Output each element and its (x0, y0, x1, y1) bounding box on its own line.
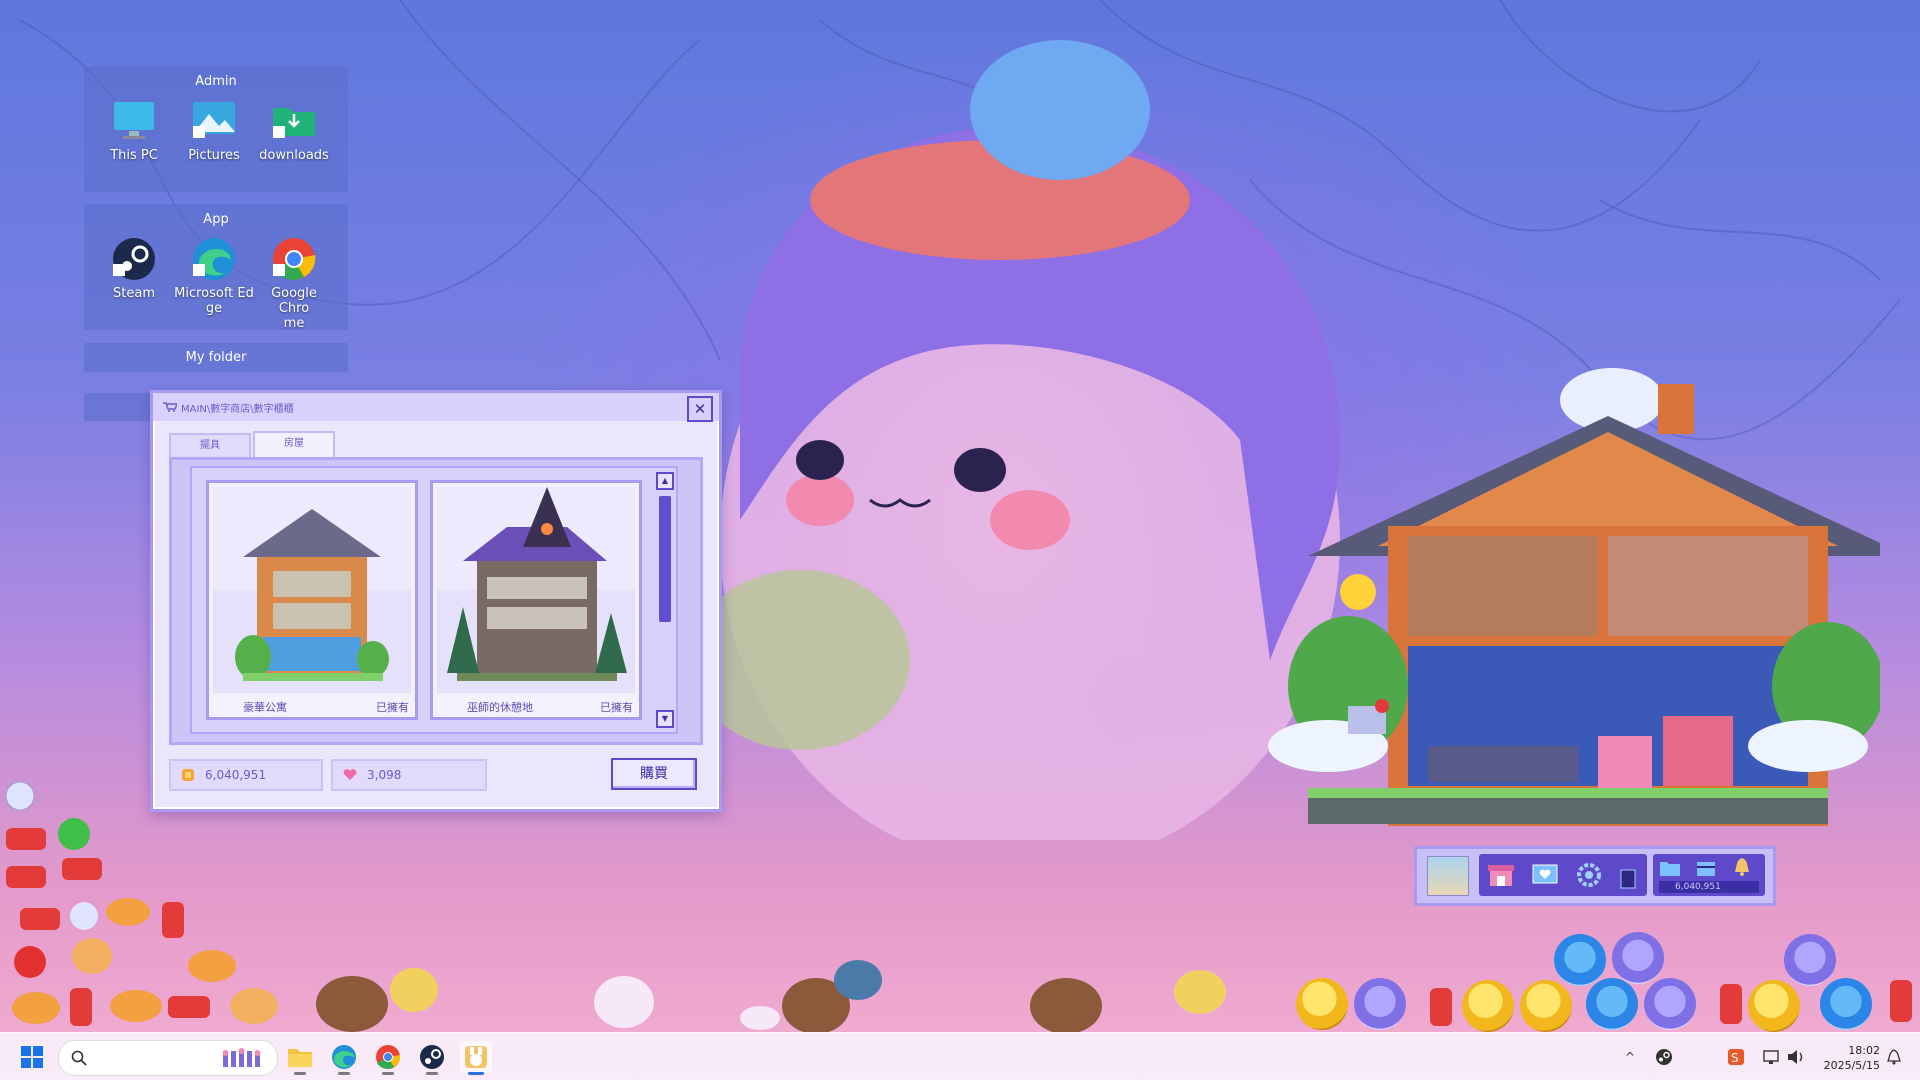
scroll-down-button[interactable]: ▼ (656, 710, 674, 728)
coin-token[interactable] (1748, 980, 1800, 1032)
show-hidden-icons-button[interactable]: ^ (1618, 1041, 1642, 1073)
taskbar-file-explorer[interactable] (284, 1041, 316, 1075)
chrome-icon (271, 236, 317, 282)
item-status: 已擁有 (376, 701, 409, 714)
desktop-wallpaper: Admin This PC Pictures downloads App Ste… (0, 0, 1920, 1080)
pet-token[interactable] (1554, 934, 1606, 986)
bell-icon (1886, 1049, 1902, 1065)
item-name: 豪華公寓 (243, 701, 287, 714)
taskbar: ^ S 18:02 2025/5/15 (0, 1032, 1920, 1080)
search-highlight-icon (222, 1048, 261, 1067)
icon-label: This PC (110, 148, 158, 163)
desktop-icon-this-pc[interactable]: This PC (94, 96, 174, 163)
close-button[interactable]: ✕ (687, 396, 713, 422)
my-folder-group[interactable]: My folder (84, 343, 348, 372)
shop-title: MAIN\數字商店\數字櫃櫃 (181, 403, 294, 415)
tray-network[interactable] (1760, 1041, 1784, 1073)
running-indicator (338, 1072, 350, 1075)
coin-token[interactable] (1462, 980, 1514, 1032)
pet-token[interactable] (1784, 934, 1836, 986)
desktop-group-admin: Admin This PC Pictures downloads (84, 66, 348, 192)
pet-token[interactable] (1820, 978, 1872, 1030)
luxury-apartment-image (213, 487, 411, 693)
icon-label: Google Chro me (271, 286, 317, 331)
steam-icon (111, 236, 157, 282)
desktop-icon-chrome[interactable]: Google Chro me (254, 234, 334, 331)
file-explorer-icon (288, 1049, 312, 1067)
pet-token[interactable] (1644, 978, 1696, 1030)
desktop-icon-steam[interactable]: Steam (94, 234, 174, 331)
taskbar-pet-game[interactable] (460, 1041, 492, 1075)
shop-titlebar[interactable]: MAIN\數字商店\數字櫃櫃 ✕ (153, 393, 719, 422)
item-status: 已擁有 (600, 701, 633, 714)
shop-item-panel: 豪華公寓 已擁有 巫師的休憩地 已擁有 ▲ ▼ (169, 457, 703, 745)
pet-token[interactable] (1354, 978, 1406, 1030)
steam-icon (1656, 1049, 1672, 1065)
taskbar-chrome[interactable] (372, 1041, 404, 1075)
edge-icon (191, 236, 237, 282)
taskbar-steam[interactable] (416, 1041, 448, 1075)
tab-furniture[interactable]: 擺具 (169, 433, 251, 457)
clock-time: 18:02 (1848, 1044, 1880, 1057)
shop-item-grid: 豪華公寓 已擁有 巫師的休憩地 已擁有 ▲ ▼ (190, 466, 678, 734)
group-title: App (203, 212, 229, 227)
monitor-icon (111, 98, 157, 144)
item-name: 巫師的休憩地 (467, 701, 533, 714)
pet-game-icon (465, 1046, 487, 1068)
search-icon (71, 1050, 87, 1066)
running-indicator (294, 1072, 306, 1075)
desktop-icon-pictures[interactable]: Pictures (174, 96, 254, 163)
edge-icon (332, 1045, 356, 1069)
taskbar-edge[interactable] (328, 1041, 360, 1075)
group-title: Admin (195, 74, 237, 89)
chevron-up-icon: ^ (1624, 1050, 1636, 1064)
chrome-icon (376, 1045, 401, 1069)
tray-input-method[interactable]: S (1724, 1041, 1748, 1073)
shop-scrollbar[interactable]: ▲ ▼ (656, 472, 674, 728)
tray-steam[interactable] (1652, 1041, 1676, 1073)
search-input[interactable] (58, 1040, 278, 1076)
shop-item-card[interactable]: 豪華公寓 已擁有 (206, 480, 418, 720)
steam-icon (420, 1045, 444, 1069)
input-method-icon: S (1728, 1049, 1744, 1065)
desktop-group-empty (84, 393, 154, 421)
pet-token[interactable] (1612, 932, 1664, 984)
wizard-retreat-image (437, 487, 635, 693)
network-icon (1763, 1050, 1779, 1064)
desktop-group-app: App Steam Microsoft Ed ge Google Chro me (84, 204, 348, 331)
running-indicator (468, 1072, 484, 1075)
desktop-icon-downloads[interactable]: downloads (254, 96, 334, 163)
pictures-icon (191, 98, 237, 144)
close-icon: ✕ (693, 400, 707, 418)
icon-label: Steam (113, 286, 155, 301)
pet-token[interactable] (1586, 978, 1638, 1030)
icon-label: Pictures (188, 148, 240, 163)
cart-icon (163, 402, 177, 412)
running-indicator (382, 1072, 394, 1075)
scroll-up-button[interactable]: ▲ (656, 472, 674, 490)
coin-token[interactable] (1520, 980, 1572, 1032)
running-indicator (426, 1072, 438, 1075)
coin-token[interactable] (1296, 978, 1348, 1030)
start-button[interactable] (16, 1041, 48, 1073)
notification-button[interactable] (1882, 1041, 1906, 1073)
pixel-house-widget[interactable] (1248, 356, 1880, 836)
shop-item-card[interactable]: 巫師的休憩地 已擁有 (430, 480, 642, 720)
taskbar-clock[interactable]: 18:02 2025/5/15 (1824, 1043, 1880, 1073)
shop-window: MAIN\數字商店\數字櫃櫃 ✕ 擺具 房屋 豪華公寓 已擁有 巫師的休憩地 已… (150, 390, 722, 812)
icon-label: Microsoft Ed ge (174, 286, 254, 316)
icon-label: downloads (259, 148, 329, 163)
tab-houses[interactable]: 房屋 (253, 431, 335, 457)
desktop-icon-edge[interactable]: Microsoft Ed ge (174, 234, 254, 331)
tray-volume[interactable] (1784, 1041, 1808, 1073)
scroll-thumb[interactable] (659, 496, 671, 622)
clock-date: 2025/5/15 (1823, 1059, 1880, 1072)
speaker-icon (1788, 1050, 1803, 1064)
svg-text:S: S (1731, 1051, 1739, 1065)
folder-download-icon (271, 98, 317, 144)
windows-icon (21, 1046, 43, 1068)
